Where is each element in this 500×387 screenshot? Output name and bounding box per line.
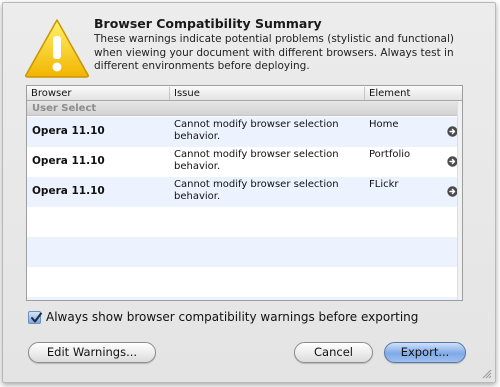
cell-element: FLickr xyxy=(369,179,399,190)
column-header-element[interactable]: Element xyxy=(365,87,462,100)
cell-element: Portfolio xyxy=(369,149,411,160)
always-show-warnings-checkbox[interactable] xyxy=(28,310,42,324)
cell-issue: Cannot modify browser selection behavior… xyxy=(174,119,339,142)
resize-grip-icon[interactable] xyxy=(482,369,492,379)
warning-triangle-icon xyxy=(25,19,89,78)
dialog-title: Browser Compatibility Summary xyxy=(94,16,322,31)
dialog-description: These warnings indicate potential proble… xyxy=(94,33,455,72)
table-row[interactable]: Opera 11.10 Cannot modify browser select… xyxy=(27,147,462,177)
edit-warnings-button[interactable]: Edit Warnings... xyxy=(28,342,156,363)
cell-browser: Opera 11.10 xyxy=(32,125,105,137)
table-row[interactable]: Opera 11.10 Cannot modify browser select… xyxy=(27,177,462,207)
cell-issue: Cannot modify browser selection behavior… xyxy=(174,149,339,172)
cell-element: Home xyxy=(369,119,399,130)
column-header-issue[interactable]: Issue xyxy=(170,87,365,100)
table-row[interactable]: Opera 11.10 Cannot modify browser select… xyxy=(27,117,462,147)
compatibility-dialog: Browser Compatibility Summary These warn… xyxy=(2,2,496,383)
export-button[interactable]: Export... xyxy=(384,342,466,363)
column-header-browser[interactable]: Browser xyxy=(27,87,170,100)
cell-issue: Cannot modify browser selection behavior… xyxy=(174,179,339,202)
warnings-table[interactable]: Browser Issue Element User Select Opera … xyxy=(26,85,463,301)
cell-browser: Opera 11.10 xyxy=(32,185,105,197)
cell-browser: Opera 11.10 xyxy=(32,155,105,167)
checkmark-icon xyxy=(31,312,42,322)
table-header: Browser Issue Element xyxy=(27,86,462,101)
table-scrollbar[interactable] xyxy=(457,101,462,300)
empty-row-stripe xyxy=(27,297,462,300)
empty-row-stripe xyxy=(27,237,462,267)
always-show-warnings-option[interactable]: Always show browser compatibility warnin… xyxy=(28,310,418,324)
always-show-warnings-label[interactable]: Always show browser compatibility warnin… xyxy=(46,310,418,324)
cancel-button[interactable]: Cancel xyxy=(294,342,373,363)
group-row-user-select[interactable]: User Select xyxy=(27,101,462,116)
